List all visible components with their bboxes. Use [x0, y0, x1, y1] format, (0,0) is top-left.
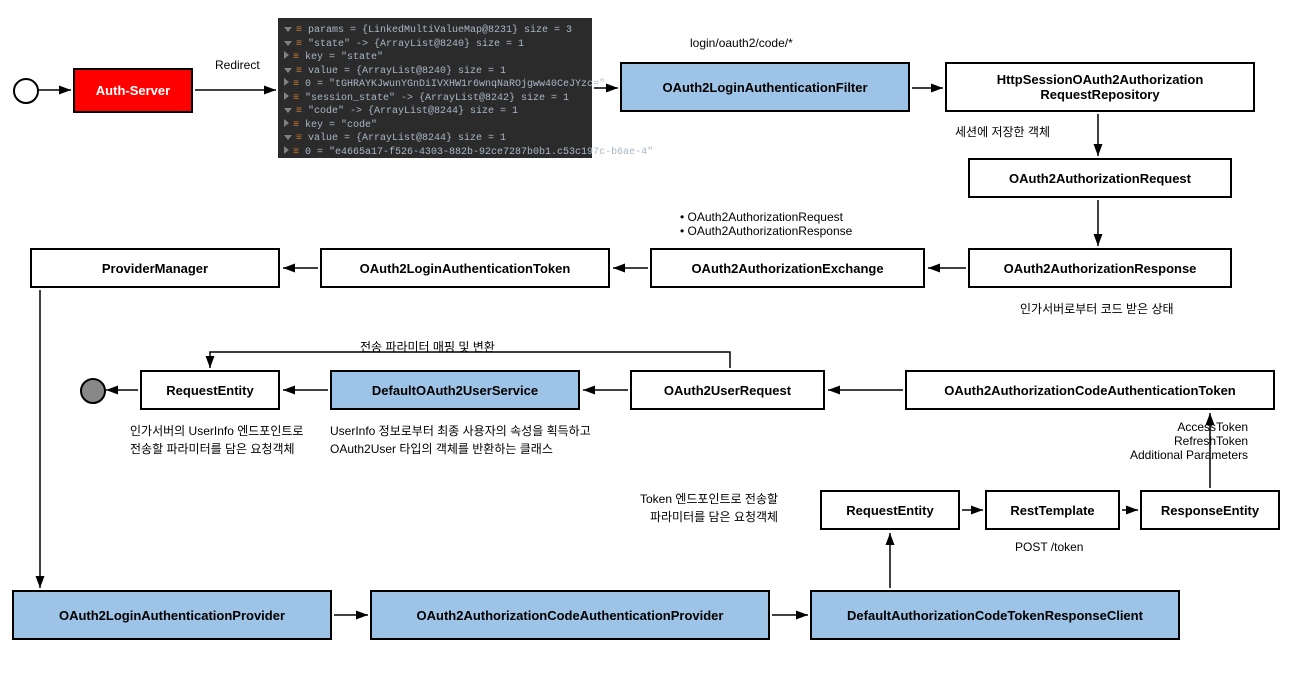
start-circle — [13, 78, 39, 104]
end-circle — [80, 378, 106, 404]
auth-response-note-label: 인가서버로부터 코드 받은 상태 — [1020, 300, 1174, 317]
debug-row: ≡ "session_state" -> {ArrayList@8242} si… — [284, 92, 586, 106]
debug-row: ≡ value = {ArrayList@8240} size = 1 — [284, 65, 586, 79]
login-provider-box: OAuth2LoginAuthenticationProvider — [12, 590, 332, 640]
filter-path-label: login/oauth2/code/* — [690, 36, 793, 50]
oauth2-login-auth-filter-box: OAuth2LoginAuthenticationFilter — [620, 62, 910, 112]
debug-row: ≡ key = "code" — [284, 119, 586, 133]
auth-request-box: OAuth2AuthorizationRequest — [968, 158, 1232, 198]
debug-row: ≡ 0 = "e4665a17-f526-4303-882b-92ce7287b… — [284, 146, 586, 160]
debug-row: ≡ key = "state" — [284, 51, 586, 65]
debug-params-panel: ≡ params = {LinkedMultiValueMap@8231} si… — [278, 18, 592, 158]
response-entity-box: ResponseEntity — [1140, 490, 1280, 530]
code-auth-token-box: OAuth2AuthorizationCodeAuthenticationTok… — [905, 370, 1275, 410]
request-entity-1-box: RequestEntity — [140, 370, 280, 410]
user-service-box: DefaultOAuth2UserService — [330, 370, 580, 410]
provider-manager-box: ProviderManager — [30, 248, 280, 288]
auth-server-box: Auth-Server — [73, 68, 193, 113]
session-repo-box: HttpSessionOAuth2Authorization RequestRe… — [945, 62, 1255, 112]
rest-template-box: RestTemplate — [985, 490, 1120, 530]
session-note-label: 세션에 저장한 객체 — [955, 123, 1050, 140]
user-request-note-label: 전송 파라미터 매핑 및 변환 — [360, 338, 495, 355]
user-service-note-label: UserInfo 정보로부터 최종 사용자의 속성을 획득하고 OAuth2Us… — [330, 422, 591, 458]
login-token-box: OAuth2LoginAuthenticationToken — [320, 248, 610, 288]
redirect-label: Redirect — [215, 58, 260, 72]
token-client-box: DefaultAuthorizationCodeTokenResponseCli… — [810, 590, 1180, 640]
debug-row: ≡ "state" -> {ArrayList@8240} size = 1 — [284, 38, 586, 52]
code-provider-box: OAuth2AuthorizationCodeAuthenticationPro… — [370, 590, 770, 640]
exchange-bullets: OAuth2AuthorizationRequest OAuth2Authori… — [680, 210, 852, 238]
request-entity-1-note-label: 인가서버의 UserInfo 엔드포인트로 전송할 파라미터를 담은 요청객체 — [130, 422, 303, 458]
auth-response-box: OAuth2AuthorizationResponse — [968, 248, 1232, 288]
token-notes-label: AccessToken RefreshToken Additional Para… — [1130, 420, 1248, 462]
debug-header: ≡ params = {LinkedMultiValueMap@8231} si… — [284, 24, 586, 38]
post-token-label: POST /token — [1015, 540, 1083, 554]
debug-row: ≡ 0 = "tGHRAYKJwunYGnDiIVXHW1r6wnqNaROjg… — [284, 78, 586, 92]
request-entity-2-note-label: Token 엔드포인트로 전송할 파라미터를 담은 요청객체 — [640, 490, 778, 526]
debug-row: ≡ "code" -> {ArrayList@8244} size = 1 — [284, 105, 586, 119]
request-entity-2-box: RequestEntity — [820, 490, 960, 530]
user-request-box: OAuth2UserRequest — [630, 370, 825, 410]
auth-exchange-box: OAuth2AuthorizationExchange — [650, 248, 925, 288]
debug-row: ≡ value = {ArrayList@8244} size = 1 — [284, 132, 586, 146]
